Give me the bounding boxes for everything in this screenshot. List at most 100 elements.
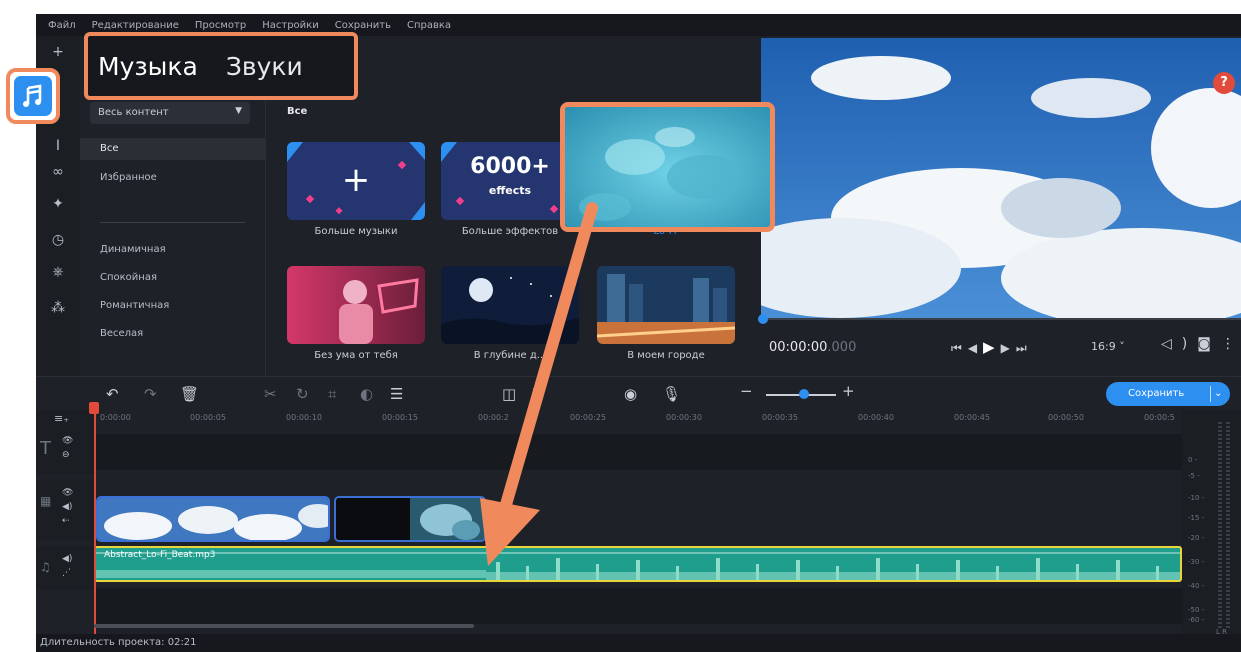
timecode-main: 00:00:00 (769, 340, 828, 355)
undo-icon[interactable]: ↶ (106, 385, 119, 403)
timecode-ms: .000 (827, 340, 857, 355)
zoom-in-icon[interactable]: + (842, 382, 855, 400)
playhead-handle[interactable] (89, 402, 99, 414)
more-icon[interactable]: ⋮ (1221, 336, 1241, 352)
meter-label: -30 - (1188, 558, 1205, 566)
ruler-tick: 00:00:15 (382, 413, 418, 422)
title-track[interactable] (94, 434, 1182, 470)
aspect-ratio-selector[interactable]: 16:9 ˅ (1091, 340, 1125, 353)
cut-icon[interactable]: ✂ (264, 385, 277, 403)
menu-edit[interactable]: Редактирование (92, 20, 179, 31)
step-back-icon[interactable]: ◀ (968, 341, 983, 355)
category-divider (100, 222, 245, 223)
video-clip-water[interactable] (334, 496, 486, 542)
empty-audio-lane[interactable] (94, 588, 1182, 624)
preview-scrubber[interactable] (761, 318, 1241, 320)
filters-icon[interactable]: ✦ (48, 194, 68, 214)
category-dynamic[interactable]: Динамичная (100, 244, 166, 255)
add-files-icon[interactable]: + (48, 42, 68, 62)
video-preview[interactable]: ? (761, 38, 1241, 318)
volume-icon[interactable]: ◁) (1161, 336, 1197, 352)
menu-view[interactable]: Просмотр (195, 20, 246, 31)
tile-crazy-art (287, 266, 425, 344)
tile-my-city[interactable] (597, 266, 735, 344)
tile-more-effects[interactable]: 6000+ effects (441, 142, 579, 220)
tab-sounds[interactable]: Звуки (226, 52, 303, 81)
transitions-icon[interactable]: ∞ (48, 162, 68, 182)
rotate-icon[interactable]: ↻ (296, 385, 309, 403)
microphone-icon[interactable]: 🎙 (662, 385, 681, 403)
zoom-out-icon[interactable]: − (740, 382, 753, 400)
skip-end-icon[interactable]: ⏭ (1016, 341, 1033, 355)
tile-crazy-about-you[interactable] (287, 266, 425, 344)
link-icon[interactable]: ⋰ (62, 568, 71, 578)
video-track[interactable] (94, 480, 1182, 542)
snapshot-icon[interactable]: ◙ (1197, 336, 1221, 352)
delete-icon[interactable]: 🗑 (180, 385, 199, 403)
meter-label: -60 - (1188, 616, 1205, 624)
step-forward-icon[interactable]: ▶ (1001, 341, 1016, 355)
more-tools-icon[interactable]: ⁂ (48, 298, 68, 318)
ruler-tick: 00:00:5 (1144, 413, 1175, 422)
audio-level-meter: 0 - -5 - -10 - -15 - -20 - -30 - -40 - -… (1182, 410, 1241, 638)
category-favorites[interactable]: Избранное (100, 172, 157, 183)
meter-label: -40 - (1188, 582, 1205, 590)
music-tool-button[interactable] (14, 76, 52, 116)
link-icon[interactable]: ⇠ (62, 516, 70, 526)
preview-scrubber-knob[interactable] (758, 314, 768, 324)
content-filter-label: Весь контент (98, 107, 169, 118)
link-icon[interactable]: ⊖ (62, 450, 70, 460)
titles-icon[interactable]: I (48, 136, 68, 156)
ruler-tick: 00:00:45 (954, 413, 990, 422)
stickers-icon[interactable]: ⎈ (48, 262, 68, 282)
clouds-thumbnail (98, 498, 328, 540)
text-track-icon: T (40, 438, 51, 459)
category-panel: Весь контент ▼ Все Избранное Динамичная … (80, 96, 266, 376)
color-icon[interactable]: ◐ (360, 385, 373, 403)
crop-icon[interactable]: ⌗ (328, 385, 336, 403)
timeline: T 👁 ⊖ ▦ 👁 ◀) ⇠ ♫ ◀) ⋰ Abstract_Lo-Fi_Bea… (36, 428, 1182, 638)
menu-save[interactable]: Сохранить (335, 20, 391, 31)
mute-icon[interactable]: ◀) (62, 554, 72, 564)
save-options-icon[interactable]: ⌄ (1214, 382, 1222, 406)
timecode: 00:00:00.000 (769, 340, 856, 355)
menu-file[interactable]: Файл (48, 20, 76, 31)
save-button[interactable]: Сохранить ⌄ (1106, 382, 1230, 406)
ruler-tick: 00:00:50 (1048, 413, 1084, 422)
add-track-icon[interactable]: ≡₊ (36, 410, 94, 428)
playhead[interactable] (94, 406, 96, 638)
ruler-tick: 0:00:00 (100, 413, 131, 422)
category-cheerful[interactable]: Веселая (100, 328, 143, 339)
menu-settings[interactable]: Настройки (262, 20, 318, 31)
content-filter-dropdown[interactable]: Весь контент ▼ (90, 102, 250, 124)
tile-deep-inside[interactable] (441, 266, 579, 344)
category-romantic[interactable]: Романтичная (100, 300, 169, 311)
clip-properties-icon[interactable]: ◫ (502, 385, 516, 403)
help-button[interactable]: ? (1213, 72, 1235, 94)
timeline-scrollbar[interactable] (94, 624, 474, 628)
eye-icon[interactable]: 👁 (62, 488, 73, 498)
menu-help[interactable]: Справка (407, 20, 451, 31)
zoom-slider-knob[interactable] (799, 389, 809, 399)
flag-icon[interactable]: ⚑ (530, 385, 543, 403)
lofi-tile-dragged[interactable] (560, 102, 775, 232)
tile-more-music[interactable]: + (287, 142, 425, 220)
timer-icon[interactable]: ◷ (48, 230, 68, 250)
tab-music[interactable]: Музыка (98, 52, 198, 81)
properties-icon[interactable]: ☰ (390, 385, 403, 403)
video-clip-clouds[interactable] (96, 496, 330, 542)
webcam-icon[interactable]: ◉ (624, 385, 637, 403)
play-icon[interactable]: ▶ (983, 338, 1001, 356)
category-all[interactable]: Все (80, 138, 265, 160)
status-bar: Длительность проекта: 02:21 (36, 634, 1241, 652)
redo-icon[interactable]: ↷ (144, 385, 157, 403)
audio-clip[interactable]: Abstract_Lo-Fi_Beat.mp3 (94, 546, 1182, 582)
tile-more-music-label: Больше музыки (314, 226, 398, 237)
category-calm[interactable]: Спокойная (100, 272, 157, 283)
eye-icon[interactable]: 👁 (62, 436, 73, 446)
meter-label: -50 - (1188, 606, 1205, 614)
skip-start-icon[interactable]: ⏮ (951, 341, 968, 355)
mute-icon[interactable]: ◀) (62, 502, 72, 512)
film-icon: ▦ (40, 494, 52, 508)
timeline-ruler[interactable]: 0:00:00 00:00:05 00:00:10 00:00:15 00:00… (94, 410, 1182, 428)
